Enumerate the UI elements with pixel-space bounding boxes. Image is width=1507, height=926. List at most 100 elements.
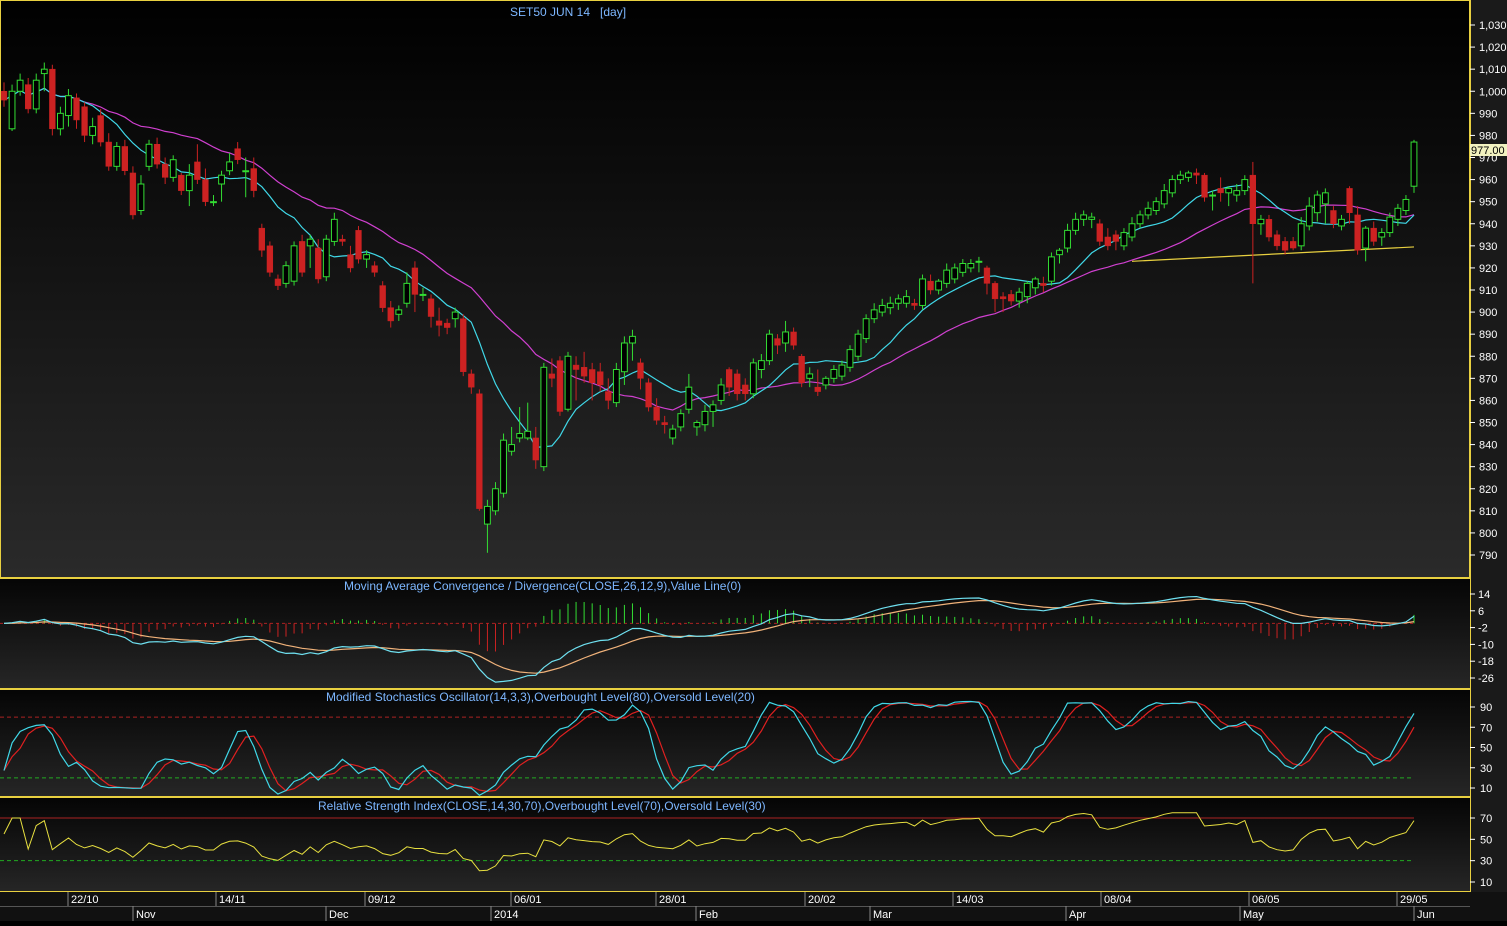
candle-body: [1040, 283, 1047, 286]
candle-body: [97, 115, 104, 143]
price-tick-label: 950: [1479, 197, 1497, 209]
macd-panel[interactable]: [0, 578, 1470, 688]
candle-body: [1007, 294, 1015, 302]
price-tick-label: 1,010: [1479, 64, 1507, 76]
candle-body: [0, 91, 8, 101]
candle-body: [967, 263, 975, 269]
price-tick-label: 990: [1479, 108, 1497, 120]
candle-body: [468, 373, 475, 388]
rsi-tick-label: 30: [1480, 856, 1492, 868]
candle-body: [451, 311, 459, 320]
candle-body: [701, 410, 709, 426]
date-tick-label: 22/10: [71, 894, 99, 906]
date-tick-label: 06/01: [514, 894, 542, 906]
price-tick-label: 910: [1479, 285, 1497, 297]
candle-body: [516, 433, 524, 439]
price-tick-label: 820: [1479, 484, 1497, 496]
candle-body: [178, 174, 185, 191]
candle-body: [1410, 141, 1418, 187]
price-tick-label: 1,030: [1479, 20, 1507, 32]
candle-body: [1064, 229, 1071, 249]
chart-canvas: 790 800 810 820 830 840 850 860 870 880 890 900 910 9…: [0, 0, 1507, 921]
month-tick-label: May: [1243, 909, 1264, 921]
candle: [766, 329, 773, 366]
candle-body: [935, 280, 943, 291]
price-tick-label: 890: [1479, 329, 1497, 341]
candle-body: [282, 265, 290, 284]
candle-body: [1160, 190, 1168, 205]
candle-body: [1193, 172, 1200, 176]
candle-body: [1136, 214, 1144, 225]
candle-body: [1015, 291, 1023, 302]
candle-body: [395, 309, 403, 315]
candle-body: [605, 391, 612, 401]
stochastic-panel[interactable]: [0, 689, 1470, 797]
candle-body: [250, 168, 257, 191]
price-tick-label: 1,000: [1479, 86, 1507, 98]
candle-body: [685, 386, 693, 410]
candle-body: [870, 309, 878, 320]
candle: [460, 314, 467, 377]
candle-body: [975, 260, 983, 263]
candle: [749, 358, 757, 399]
candle: [862, 314, 870, 343]
rsi-tick-label: 70: [1480, 813, 1492, 825]
candle-body: [1096, 223, 1103, 242]
candle-body: [1112, 234, 1120, 242]
candle: [49, 64, 56, 136]
candle-body: [435, 320, 443, 326]
candle-body: [56, 112, 64, 130]
candle-body: [540, 366, 548, 468]
candle: [145, 139, 153, 171]
price-tick-label: 940: [1479, 219, 1497, 231]
candle-body: [1273, 234, 1281, 247]
rsi-tick-label: 10: [1480, 877, 1492, 889]
candle-body: [25, 84, 32, 110]
candle-body: [806, 373, 814, 379]
candle-body: [145, 143, 153, 167]
price-tick-label: 980: [1479, 130, 1497, 142]
price-tick-label: 920: [1479, 263, 1497, 275]
price-tick-label: 880: [1479, 351, 1497, 363]
candle-body: [637, 362, 644, 379]
candle-body: [580, 367, 588, 377]
macd-tick-label: -10: [1478, 639, 1494, 651]
candle-body: [1402, 198, 1410, 211]
candle-body: [1321, 192, 1329, 205]
candle-body: [1362, 227, 1370, 249]
date-tick-label: 14/03: [956, 894, 984, 906]
candle-body: [460, 318, 467, 372]
stochastic-tick-label: 70: [1480, 722, 1492, 734]
candle-body: [1225, 187, 1233, 194]
candle-body: [1056, 249, 1063, 256]
candle-body: [1023, 282, 1031, 298]
candle-body: [1048, 256, 1055, 282]
candle-body: [1184, 172, 1192, 178]
candle-body: [1241, 179, 1249, 192]
candle-body: [315, 247, 322, 280]
price-tick-label: 840: [1479, 440, 1497, 452]
candle-body: [645, 382, 652, 408]
candle: [919, 274, 926, 310]
candle-body: [854, 333, 862, 357]
date-tick-label: 08/04: [1104, 894, 1132, 906]
price-tick-label: 800: [1479, 528, 1497, 540]
candle-body: [1176, 174, 1184, 181]
candle-body: [709, 404, 717, 412]
candle-body: [1128, 223, 1136, 238]
candle-body: [620, 342, 628, 373]
price-tick-label: 870: [1479, 373, 1497, 385]
candle-body: [1168, 179, 1176, 194]
macd-tick-label: -18: [1478, 656, 1494, 668]
chart-title: SET50 JUN 14 [day]: [510, 5, 626, 19]
candle-body: [347, 254, 354, 269]
candle-body: [427, 298, 435, 317]
price-panel[interactable]: [0, 0, 1470, 577]
candle-body: [355, 230, 362, 260]
candle-body: [927, 280, 934, 291]
candle-body: [379, 285, 386, 308]
candle-body: [548, 373, 556, 379]
candle-body: [991, 283, 999, 300]
candle-body: [1330, 210, 1337, 224]
candle: [854, 329, 862, 361]
